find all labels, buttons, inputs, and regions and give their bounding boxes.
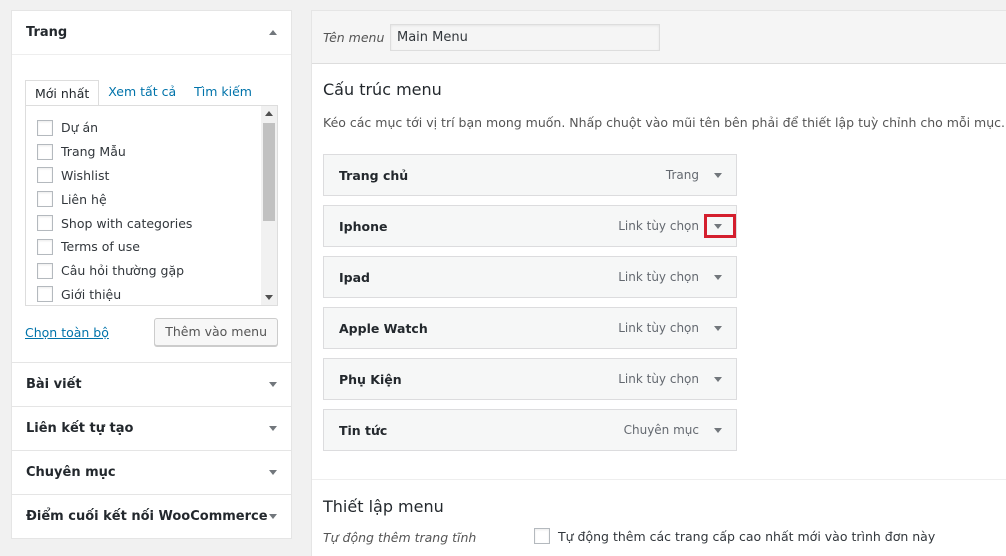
page-list-item[interactable]: Shop with categories: [26, 211, 277, 235]
page-list-item[interactable]: Wishlist: [26, 164, 277, 188]
collapse-arrow-icon[interactable]: [269, 30, 277, 35]
auto-add-pages-label: Tự động thêm trang tĩnh: [323, 530, 477, 545]
menu-item-title: Phụ Kiện: [339, 371, 402, 387]
expand-arrow-icon[interactable]: [709, 421, 727, 439]
tab-view-all[interactable]: Xem tất cả: [99, 79, 185, 105]
page-label: Shop with categories: [61, 215, 193, 231]
expand-arrow-icon[interactable]: [269, 470, 277, 475]
auto-add-checkbox[interactable]: [534, 528, 550, 544]
menu-item-type: Link tùy chọn: [618, 372, 699, 386]
section-divider: [312, 479, 1006, 480]
woo-endpoints-box-title: Điểm cuối kết nối WooCommerce: [26, 509, 268, 524]
page-list-item[interactable]: Giới thiệu: [26, 283, 277, 305]
menu-name-label: Tên menu: [323, 29, 385, 45]
page-checkbox[interactable]: [37, 215, 53, 232]
scroll-down-arrow-icon[interactable]: [265, 295, 273, 300]
list-scrollbar[interactable]: [261, 106, 277, 305]
menu-item[interactable]: Apple Watch Link tùy chọn: [323, 307, 737, 349]
expand-arrow-icon[interactable]: [709, 319, 727, 337]
expand-arrow-icon[interactable]: [709, 268, 727, 286]
page-list-item[interactable]: Trang Mẫu: [26, 140, 277, 164]
pages-box-body: Mới nhất Xem tất cả Tìm kiếm Dự án Trang…: [12, 54, 291, 362]
page-label: Dự án: [61, 120, 99, 136]
menu-item-title: Iphone: [339, 218, 388, 234]
menu-item-type: Link tùy chọn: [618, 270, 699, 284]
menu-item-type: Link tùy chọn: [618, 321, 699, 335]
pages-tabs: Mới nhất Xem tất cả Tìm kiếm: [25, 79, 278, 106]
menu-item[interactable]: Phụ Kiện Link tùy chọn: [323, 358, 737, 400]
page-list-item[interactable]: Câu hỏi thường gặp: [26, 259, 277, 283]
page-checkbox[interactable]: [37, 191, 53, 208]
tab-search[interactable]: Tìm kiếm: [185, 79, 261, 105]
menu-item[interactable]: Ipad Link tùy chọn: [323, 256, 737, 298]
menu-name-header: Tên menu Main Menu: [312, 11, 1006, 64]
pages-box: Trang Mới nhất Xem tất cả Tìm kiếm Dự án…: [11, 10, 292, 363]
menu-item-type: Trang: [665, 168, 699, 182]
posts-box-title: Bài viết: [26, 377, 82, 392]
expand-arrow-icon[interactable]: [709, 370, 727, 388]
page-label: Giới thiệu: [61, 286, 122, 302]
page-list-item[interactable]: Dự án: [26, 116, 277, 140]
page-checkbox[interactable]: [37, 262, 53, 279]
page-list-item[interactable]: Liên hệ: [26, 187, 277, 211]
page-label: Wishlist: [61, 167, 110, 183]
page-checkbox[interactable]: [37, 238, 53, 255]
menu-item-type: Link tùy chọn: [618, 219, 699, 233]
pages-box-title: Trang: [26, 25, 68, 40]
pages-checklist: Dự án Trang Mẫu Wishlist Liên hệ Shop wi…: [25, 105, 278, 306]
menu-items-sidebar: Trang Mới nhất Xem tất cả Tìm kiếm Dự án…: [11, 10, 292, 539]
menu-item[interactable]: Trang chủ Trang: [323, 154, 737, 196]
menu-editor: Tên menu Main Menu Cấu trúc menu Kéo các…: [311, 10, 1006, 556]
menu-item[interactable]: Tin tức Chuyên mục: [323, 409, 737, 451]
add-to-menu-button[interactable]: Thêm vào menu: [154, 318, 278, 346]
menu-item-title: Tin tức: [339, 422, 388, 438]
expand-arrow-icon[interactable]: [709, 166, 727, 184]
menu-item-title: Ipad: [339, 269, 370, 285]
page-label: Trang Mẫu: [61, 144, 126, 160]
expand-arrow-icon[interactable]: [269, 382, 277, 387]
woo-endpoints-box[interactable]: Điểm cuối kết nối WooCommerce: [11, 495, 292, 539]
auto-add-pages-option[interactable]: Tự động thêm các trang cấp cao nhất mới …: [534, 528, 935, 544]
page-checkbox[interactable]: [37, 119, 53, 136]
select-all-link[interactable]: Chọn toàn bộ: [25, 325, 109, 340]
page-list-item[interactable]: Terms of use: [26, 235, 277, 259]
menu-structure-description: Kéo các mục tới vị trí bạn mong muốn. Nh…: [323, 115, 1005, 130]
pages-actions: Chọn toàn bộ Thêm vào menu: [25, 318, 278, 346]
menu-item-title: Apple Watch: [339, 320, 428, 336]
tab-most-recent[interactable]: Mới nhất: [25, 80, 100, 106]
scroll-up-arrow-icon[interactable]: [265, 111, 273, 116]
page-label: Câu hỏi thường gặp: [61, 263, 185, 279]
auto-add-option-label: Tự động thêm các trang cấp cao nhất mới …: [558, 528, 936, 544]
page-label: Liên hệ: [61, 191, 107, 207]
menu-item[interactable]: Iphone Link tùy chọn: [323, 205, 737, 247]
categories-box-title: Chuyên mục: [26, 465, 116, 480]
custom-links-box-title: Liên kết tự tạo: [26, 421, 134, 436]
menu-name-input[interactable]: Main Menu: [390, 23, 660, 51]
menu-settings-title: Thiết lập menu: [323, 497, 444, 516]
page-checkbox[interactable]: [37, 143, 53, 160]
custom-links-box[interactable]: Liên kết tự tạo: [11, 407, 292, 451]
page-label: Terms of use: [61, 239, 140, 255]
pages-box-header[interactable]: Trang: [12, 11, 291, 54]
categories-box[interactable]: Chuyên mục: [11, 451, 292, 495]
menu-item-title: Trang chủ: [339, 167, 409, 183]
page-checkbox[interactable]: [37, 167, 53, 184]
expand-arrow-icon[interactable]: [269, 426, 277, 431]
scrollbar-thumb[interactable]: [263, 123, 275, 221]
expand-arrow-icon[interactable]: [269, 514, 277, 519]
highlight-box: [704, 214, 736, 238]
posts-box[interactable]: Bài viết: [11, 363, 292, 407]
page-checkbox[interactable]: [37, 286, 53, 303]
menu-item-type: Chuyên mục: [623, 423, 699, 437]
menu-structure-title: Cấu trúc menu: [323, 80, 442, 99]
